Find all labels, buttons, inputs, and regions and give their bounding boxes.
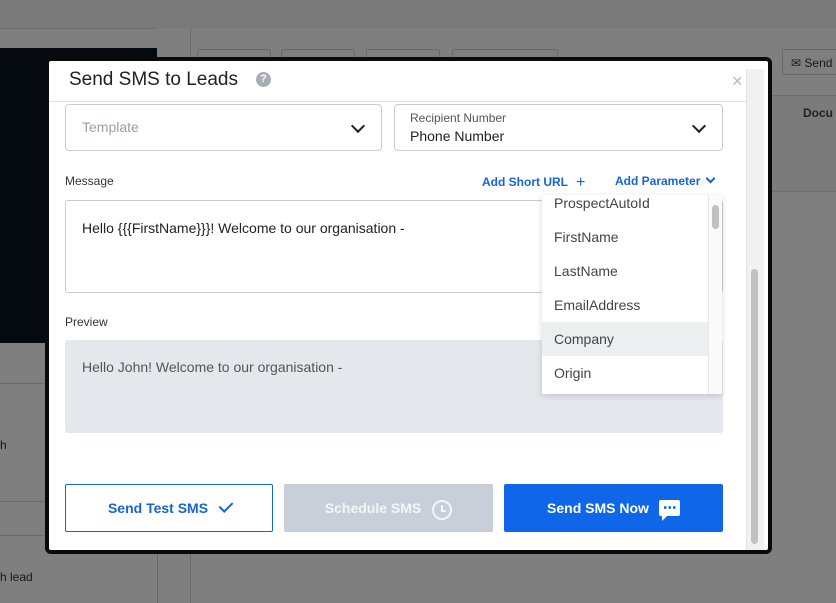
preview-label: Preview: [65, 315, 108, 329]
send-sms-now-button[interactable]: Send SMS Now: [504, 484, 723, 532]
dropdown-scrollbar-thumb[interactable]: [712, 205, 719, 229]
chevron-down-icon: [705, 173, 716, 184]
chat-bubble-icon: [658, 500, 680, 521]
close-icon[interactable]: ×: [732, 71, 743, 92]
schedule-sms-label: Schedule SMS: [324, 500, 422, 516]
send-sms-now-label: Send SMS Now: [547, 500, 649, 516]
plus-icon: +: [576, 174, 586, 191]
chevron-down-icon: [350, 118, 366, 134]
add-short-url-button[interactable]: Add Short URL +: [482, 174, 585, 192]
check-icon: [218, 498, 234, 513]
recipient-number-select[interactable]: Recipient Number Phone Number: [394, 104, 723, 151]
parameter-option[interactable]: Origin: [542, 356, 708, 390]
dropdown-scrollbar[interactable]: [708, 195, 722, 394]
add-short-url-label: Add Short URL: [482, 175, 568, 189]
clock-icon: [432, 500, 453, 520]
preview-text: Hello John! Welcome to our organisation …: [82, 359, 343, 375]
parameter-option[interactable]: EmailAddress: [542, 288, 708, 322]
parameter-option[interactable]: LastName: [542, 254, 708, 288]
modal-scrollbar[interactable]: [746, 69, 764, 550]
send-test-sms-button[interactable]: Send Test SMS: [65, 484, 273, 532]
message-text: Hello {{{FirstName}}}! Welcome to our or…: [82, 220, 405, 236]
parameter-option-highlighted[interactable]: Company: [542, 322, 708, 356]
message-label: Message: [65, 174, 114, 188]
recipient-number-label: Recipient Number: [410, 111, 507, 125]
parameter-option[interactable]: ProspectAutoId: [542, 195, 708, 220]
modal-scrollbar-thumb[interactable]: [751, 269, 758, 544]
help-icon[interactable]: ?: [256, 72, 271, 87]
modal-header: Send SMS to Leads ? ×: [49, 61, 749, 102]
parameter-dropdown: ProspectAutoId FirstName LastName EmailA…: [542, 195, 722, 394]
chevron-down-icon: [691, 118, 707, 134]
schedule-sms-button[interactable]: Schedule SMS: [284, 484, 493, 532]
add-parameter-label: Add Parameter: [615, 174, 701, 188]
add-parameter-button[interactable]: Add Parameter: [615, 173, 716, 188]
modal-title: Send SMS to Leads: [69, 69, 238, 90]
recipient-number-value: Phone Number: [410, 128, 505, 144]
template-select[interactable]: Template: [65, 104, 382, 151]
send-sms-modal: Send SMS to Leads ? × Template Recipient…: [45, 57, 772, 554]
parameter-option[interactable]: FirstName: [542, 220, 708, 254]
template-placeholder: Template: [82, 119, 139, 135]
send-test-sms-label: Send Test SMS: [107, 500, 209, 516]
